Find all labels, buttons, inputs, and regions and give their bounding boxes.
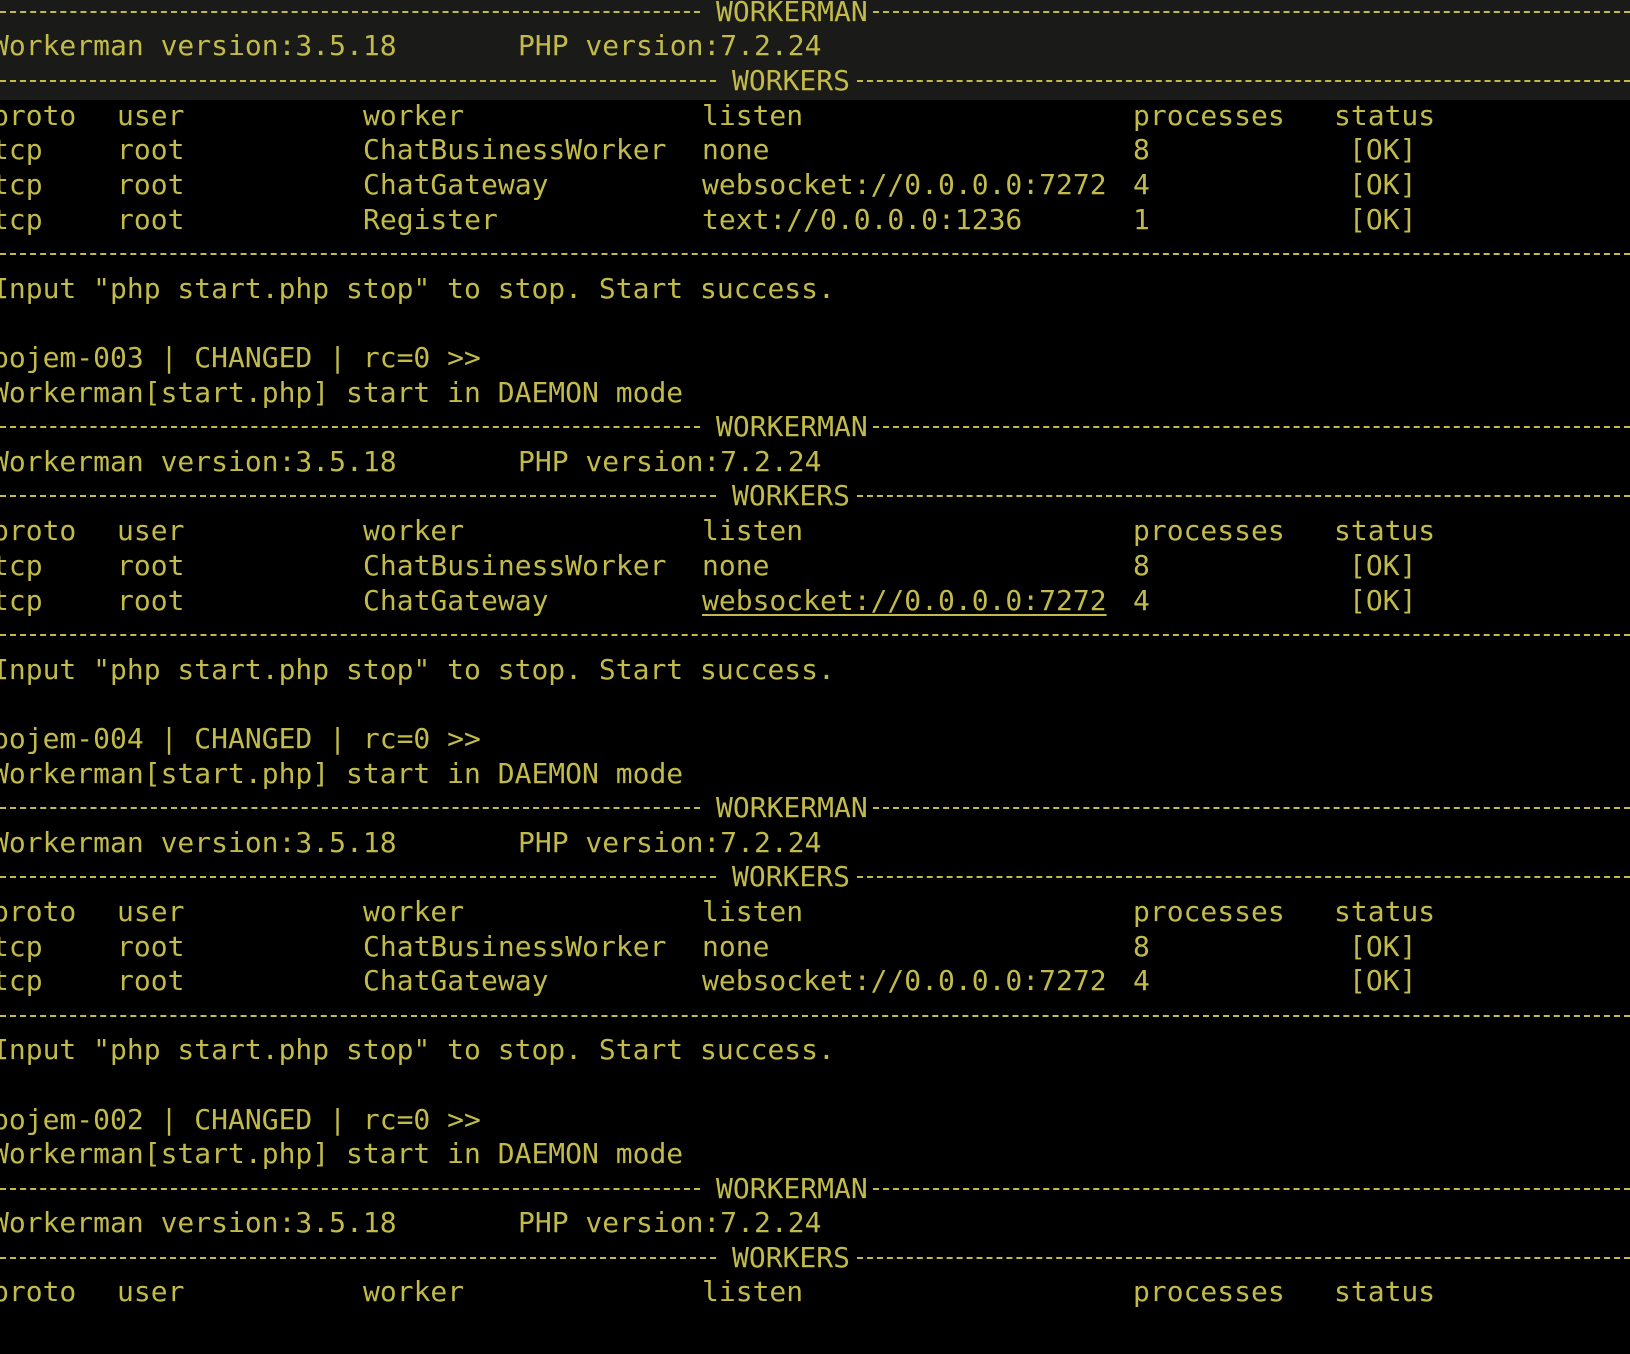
host-result-line: pojem-003 | CHANGED | rc=0 >>: [0, 341, 481, 374]
workerman-header-line: WORKERMAN: [0, 790, 1630, 826]
column-header-row: proto user worker listen processes statu…: [0, 514, 1436, 547]
version-line: Workerman version:3.5.18 PHP version:7.2…: [0, 445, 822, 478]
terminal-window[interactable]: WORKERMAN Workerman version:3.5.18 PHP v…: [0, 0, 1630, 1354]
worker-row: tcp root ChatBusinessWorker none 8 [OK]: [0, 133, 1417, 166]
daemon-message: Workerman[start.php] start in DAEMON mod…: [0, 376, 684, 409]
version-line: Workerman version:3.5.18 PHP version:7.2…: [0, 1206, 822, 1239]
separator-line: [0, 236, 1630, 272]
column-header-row: proto user worker listen processes statu…: [0, 895, 1436, 928]
host-result-line: pojem-004 | CHANGED | rc=0 >>: [0, 722, 481, 755]
version-line: Workerman version:3.5.18 PHP version:7.2…: [0, 29, 822, 62]
column-header-row: proto user worker listen processes statu…: [0, 1275, 1436, 1308]
stop-message: Input "php start.php stop" to stop. Star…: [0, 653, 835, 686]
version-line: Workerman version:3.5.18 PHP version:7.2…: [0, 826, 822, 859]
stop-message: Input "php start.php stop" to stop. Star…: [0, 272, 835, 305]
workerman-header-line: WORKERMAN: [0, 0, 1630, 30]
worker-row: tcp root ChatBusinessWorker none 8 [OK]: [0, 549, 1417, 582]
daemon-message: Workerman[start.php] start in DAEMON mod…: [0, 757, 684, 790]
workerman-header-line: WORKERMAN: [0, 1171, 1630, 1207]
column-header-row: proto user worker listen processes statu…: [0, 99, 1436, 132]
worker-row: tcp root Register text://0.0.0.0:1236 1 …: [0, 203, 1417, 236]
workers-header-line: WORKERS: [0, 63, 1630, 99]
worker-row: tcp root ChatBusinessWorker none 8 [OK]: [0, 930, 1417, 963]
stop-message: Input "php start.php stop" to stop. Star…: [0, 1033, 835, 1066]
host-result-line: pojem-002 | CHANGED | rc=0 >>: [0, 1103, 481, 1136]
workers-header-line: WORKERS: [0, 1240, 1630, 1276]
daemon-message: Workerman[start.php] start in DAEMON mod…: [0, 1137, 684, 1170]
separator-line: [0, 617, 1630, 653]
workers-header-line: WORKERS: [0, 859, 1630, 895]
worker-row: tcp root ChatGateway websocket://0.0.0.0…: [0, 964, 1417, 997]
workers-header-line: WORKERS: [0, 478, 1630, 514]
worker-row: tcp root ChatGateway websocket://0.0.0.0…: [0, 168, 1417, 201]
websocket-link[interactable]: websocket://0.0.0.0:7272: [702, 583, 1107, 619]
workerman-header-line: WORKERMAN: [0, 409, 1630, 445]
worker-row: tcp root ChatGateway websocket://0.0.0.0…: [0, 584, 1417, 617]
separator-line: [0, 998, 1630, 1034]
